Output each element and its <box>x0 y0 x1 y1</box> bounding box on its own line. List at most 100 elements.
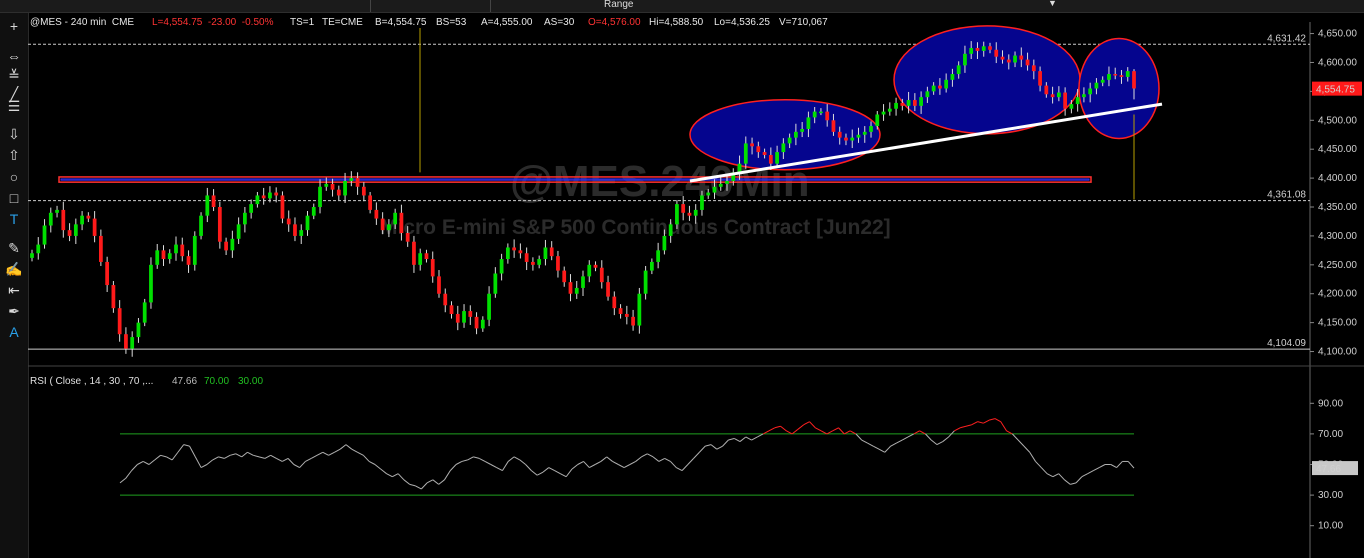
candle-body <box>643 270 648 294</box>
rsi-line-segment <box>542 467 550 473</box>
rsi-line-segment <box>362 454 370 462</box>
rsi-line-segment <box>224 454 231 459</box>
rsi-line-segment <box>815 427 822 432</box>
rsi-line-segment <box>1099 464 1106 469</box>
rsi-line-segment <box>1046 473 1054 478</box>
candle-body <box>618 308 623 314</box>
candle-body <box>900 102 905 106</box>
ts-text: TS=1 <box>290 17 315 28</box>
volume-text: V=710,067 <box>779 17 828 28</box>
candle-body <box>837 131 842 138</box>
candle-body <box>480 319 485 329</box>
candle-body <box>405 233 410 242</box>
candle-body <box>656 250 661 262</box>
candle-body <box>418 253 423 265</box>
candle-body <box>243 212 247 225</box>
price-axis-label: 4,150.00 <box>1318 318 1357 329</box>
candle-body <box>649 261 654 271</box>
rsi-line-segment <box>751 436 758 441</box>
candle-body <box>856 134 861 138</box>
rsi-line-segment <box>670 461 677 468</box>
rsi-line-segment <box>623 464 631 469</box>
candle-body <box>581 276 585 288</box>
candle-body <box>831 120 836 132</box>
rsi-line-segment <box>878 448 886 453</box>
candle-body <box>61 209 66 231</box>
rsi-line-segment <box>867 442 874 447</box>
rsi-line-segment <box>438 479 445 485</box>
rsi-line-segment <box>791 428 799 435</box>
rsi-line-segment <box>235 453 242 458</box>
candle-body <box>293 224 297 236</box>
rsi-line-segment <box>1023 445 1031 453</box>
candle-body <box>136 322 141 338</box>
rsi-line-segment <box>1110 464 1117 469</box>
candle-body <box>230 238 235 251</box>
rsi-line-segment <box>322 451 329 456</box>
price-axis-label: 4,300.00 <box>1318 231 1357 242</box>
candle-body <box>750 143 754 147</box>
rsi-line-segment <box>206 459 214 465</box>
rsi-line-segment <box>890 442 897 447</box>
rsi-line-segment <box>960 425 967 429</box>
candle-body <box>662 235 667 251</box>
rsi-line-segment <box>600 456 608 462</box>
candle-body <box>67 230 72 236</box>
high-text: Hi=4,588.50 <box>649 17 704 28</box>
rsi-line-segment <box>1058 473 1065 481</box>
rsi-line-segment <box>403 479 411 485</box>
rsi-line-segment <box>901 436 909 441</box>
candle-body <box>92 218 97 236</box>
candle-body <box>562 270 567 283</box>
candle-body <box>994 49 999 57</box>
rsi-line-segment <box>200 464 208 469</box>
rsi-line-segment <box>1052 473 1059 478</box>
candle-body <box>762 152 767 155</box>
price-chart[interactable]: @MES - 240 min CME L=4,554.75 -23.00 -0.… <box>0 0 1364 558</box>
candle-body <box>393 212 398 225</box>
rsi-line-segment <box>374 464 382 470</box>
candle-body <box>1094 82 1099 89</box>
candle-body <box>180 244 185 257</box>
rsi-line-segment <box>722 439 729 447</box>
candle-body <box>1075 97 1080 105</box>
candle-body <box>781 143 786 153</box>
rsi-line-segment <box>334 448 341 453</box>
rsi-line-segment <box>183 444 190 447</box>
rsi-line-segment <box>536 471 544 476</box>
candle-body <box>975 48 980 51</box>
rsi-line-segment <box>1087 470 1094 475</box>
candle-body <box>787 137 792 144</box>
rsi-line-segment <box>351 448 358 453</box>
candle-body <box>368 195 372 210</box>
rsi-line-segment <box>258 456 265 459</box>
candle-body <box>437 276 441 294</box>
candle-body <box>455 313 460 323</box>
candle-body <box>155 250 160 265</box>
candle-body <box>512 247 517 251</box>
candle-body <box>869 126 873 132</box>
rsi-line-segment <box>681 464 689 471</box>
rsi-line-segment <box>339 444 347 450</box>
ask-size-text: AS=30 <box>544 17 575 28</box>
candle-body <box>36 244 41 254</box>
price-panel: 4,100.00 4,150.00 4,200.00 4,250.00 4,300.00… <box>28 22 1362 558</box>
candle-body <box>192 235 197 265</box>
rsi-line-segment <box>803 421 810 426</box>
candle-body <box>1000 56 1005 60</box>
candle-body <box>361 186 366 196</box>
candle-body <box>449 305 454 314</box>
rsi-header: RSI ( Close , 14 , 30 , 70 ,... 47.66 70… <box>30 376 263 387</box>
candle-body <box>349 178 354 181</box>
rsi-line-segment <box>316 451 324 456</box>
reference-line-label: 4,361.08 <box>1267 190 1306 201</box>
candle-body <box>725 180 729 184</box>
rsi-line-segment <box>299 461 306 468</box>
rsi-line-segment <box>305 457 312 462</box>
rsi-line-segment <box>345 444 353 450</box>
candle-body <box>305 215 310 231</box>
rsi-line-segment <box>594 460 602 465</box>
rsi-line-segment <box>507 456 515 462</box>
rsi-line-segment <box>809 421 816 429</box>
rsi-label: RSI ( Close , 14 , 30 , 70 ,... <box>30 376 156 387</box>
